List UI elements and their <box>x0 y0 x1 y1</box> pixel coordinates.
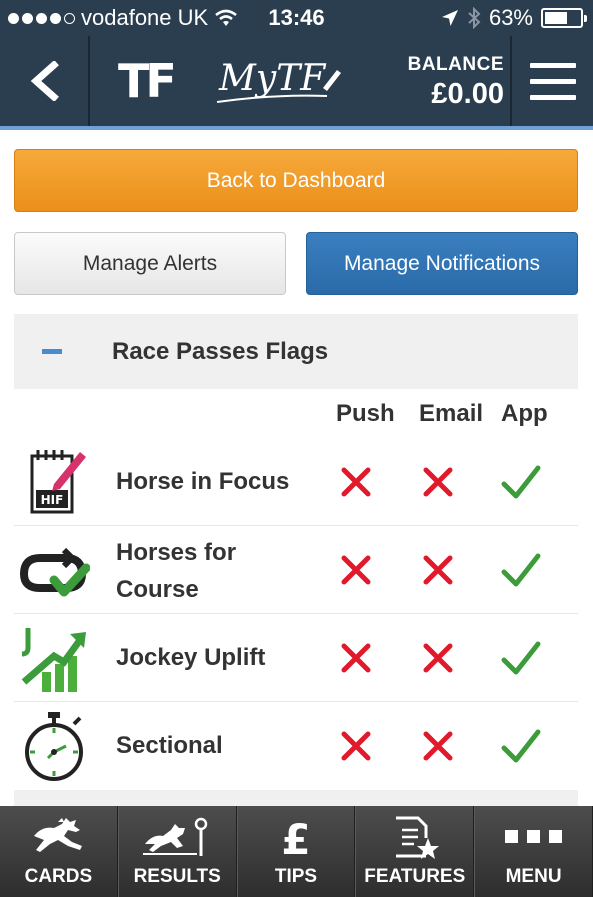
menu-dots-icon <box>504 830 562 843</box>
balance-label: BALANCE <box>407 54 504 75</box>
flag-row-sectional: Sectional <box>14 702 578 790</box>
battery-icon <box>541 8 587 28</box>
tab-label: RESULTS <box>133 866 221 887</box>
back-to-dashboard-button[interactable]: Back to Dashboard <box>14 149 578 212</box>
flag-row-horse-in-focus: HIF Horse in Focus <box>14 438 578 526</box>
cross-icon[interactable] <box>334 724 378 768</box>
cross-icon[interactable] <box>416 460 460 504</box>
cross-icon[interactable] <box>416 636 460 680</box>
race-passes-flags-header[interactable]: Race Passes Flags <box>14 314 578 389</box>
bluetooth-icon <box>468 7 481 29</box>
flag-label: Jockey Uplift <box>116 644 266 671</box>
status-right: 63% <box>441 5 587 31</box>
tab-label: FEATURES <box>364 866 466 887</box>
horse-jumping-icon <box>34 818 83 852</box>
cross-icon[interactable] <box>416 724 460 768</box>
tf-logo[interactable]: TF <box>118 54 177 108</box>
tab-tips[interactable]: £ TIPS <box>236 806 356 897</box>
svg-text:£: £ <box>281 816 310 860</box>
status-bar: vodafone UK 13:46 63% <box>0 0 593 36</box>
flag-row-horses-for-course: Horses for Course <box>14 526 578 614</box>
section-title: Race Passes Flags <box>112 338 329 365</box>
flag-label: Horses for Course <box>116 539 237 603</box>
balance-value: £0.00 <box>431 78 504 110</box>
jockey-uplift-chart-icon <box>21 628 86 692</box>
balance-display[interactable]: BALANCE £0.00 <box>386 54 504 111</box>
column-header-push: Push <box>336 400 395 427</box>
back-button[interactable] <box>0 36 88 126</box>
location-arrow-icon <box>441 10 458 26</box>
stopwatch-icon <box>25 712 83 781</box>
tab-label: CARDS <box>24 866 93 887</box>
features-star-icon <box>395 816 439 859</box>
cross-icon[interactable] <box>334 636 378 680</box>
column-header-email: Email <box>419 400 484 427</box>
check-icon[interactable] <box>499 724 543 768</box>
navbar-divider <box>88 36 90 126</box>
horse-finish-post-icon <box>143 817 208 856</box>
check-icon[interactable] <box>499 460 543 504</box>
flag-label: Sectional <box>116 732 223 759</box>
flag-row-jockey-uplift: Jockey Uplift <box>14 614 578 702</box>
collapse-minus-icon[interactable] <box>42 349 62 354</box>
tab-label: MENU <box>505 866 562 887</box>
cross-icon[interactable] <box>334 460 378 504</box>
top-navbar: TF MyTF BALANCE £0.00 <box>0 36 593 126</box>
flag-label: Horse in Focus <box>116 468 290 495</box>
hif-notepad-icon: HIF <box>30 450 86 514</box>
check-icon[interactable] <box>499 548 543 592</box>
battery-percent: 63% <box>488 5 533 30</box>
tab-cards[interactable]: CARDS <box>0 806 118 897</box>
manage-notifications-button[interactable]: Manage Notifications <box>306 232 578 295</box>
back-chevron-icon <box>30 61 59 101</box>
tab-features[interactable]: FEATURES <box>355 806 475 897</box>
tab-menu[interactable]: MENU <box>474 806 593 897</box>
svg-text:HIF: HIF <box>41 493 64 507</box>
navbar-underline <box>0 126 593 130</box>
cross-icon[interactable] <box>334 548 378 592</box>
course-loop-check-icon <box>19 547 90 597</box>
tab-results[interactable]: RESULTS <box>117 806 237 897</box>
column-header-app: App <box>501 400 548 427</box>
tab-label: TIPS <box>274 866 318 887</box>
mytf-logo[interactable]: MyTF <box>215 50 345 114</box>
svg-text:MyTF: MyTF <box>218 58 327 99</box>
bottom-tab-bar: CARDS RESULTS £ TIPS FEATURES MENU <box>0 806 593 897</box>
cross-icon[interactable] <box>416 548 460 592</box>
manage-alerts-button[interactable]: Manage Alerts <box>14 232 286 295</box>
pound-icon: £ <box>281 816 310 860</box>
hamburger-menu-icon[interactable] <box>512 36 593 126</box>
check-icon[interactable] <box>499 636 543 680</box>
